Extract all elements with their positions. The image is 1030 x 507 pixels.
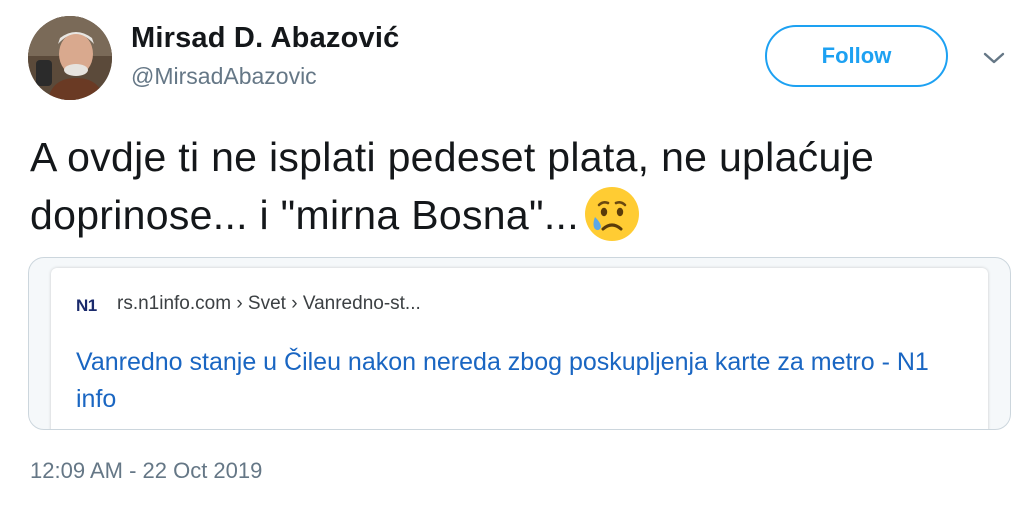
chevron-down-icon[interactable] bbox=[980, 48, 1008, 68]
tweet-text-line2: doprinose... i "mirna Bosna"... bbox=[30, 192, 579, 238]
n1-logo: N1 bbox=[76, 296, 97, 315]
avatar[interactable] bbox=[28, 16, 112, 100]
tweet-text-line1: A ovdje ti ne isplati pedeset plata, ne … bbox=[30, 134, 875, 180]
link-breadcrumb[interactable]: rs.n1info.com › Svet › Vanredno-st... bbox=[117, 293, 421, 315]
tweet-text: A ovdje ti ne isplati pedeset plata, ne … bbox=[30, 130, 1015, 243]
tweet-text-line2-wrap: doprinose... i "mirna Bosna"... bbox=[30, 185, 1015, 243]
tweet-timestamp[interactable]: 12:09 AM - 22 Oct 2019 bbox=[30, 458, 262, 484]
sad-but-relieved-face-icon bbox=[583, 185, 641, 243]
author-name[interactable]: Mirsad D. Abazović bbox=[131, 22, 399, 55]
link-card[interactable]: N1 rs.n1info.com › Svet › Vanredno-st...… bbox=[28, 257, 1011, 430]
follow-button[interactable]: Follow bbox=[765, 25, 948, 87]
link-card-preview[interactable]: N1 rs.n1info.com › Svet › Vanredno-st...… bbox=[51, 268, 988, 429]
author-handle[interactable]: @MirsadAbazovic bbox=[131, 63, 317, 90]
link-title[interactable]: Vanredno stanje u Čileu nakon nereda zbo… bbox=[76, 344, 976, 418]
